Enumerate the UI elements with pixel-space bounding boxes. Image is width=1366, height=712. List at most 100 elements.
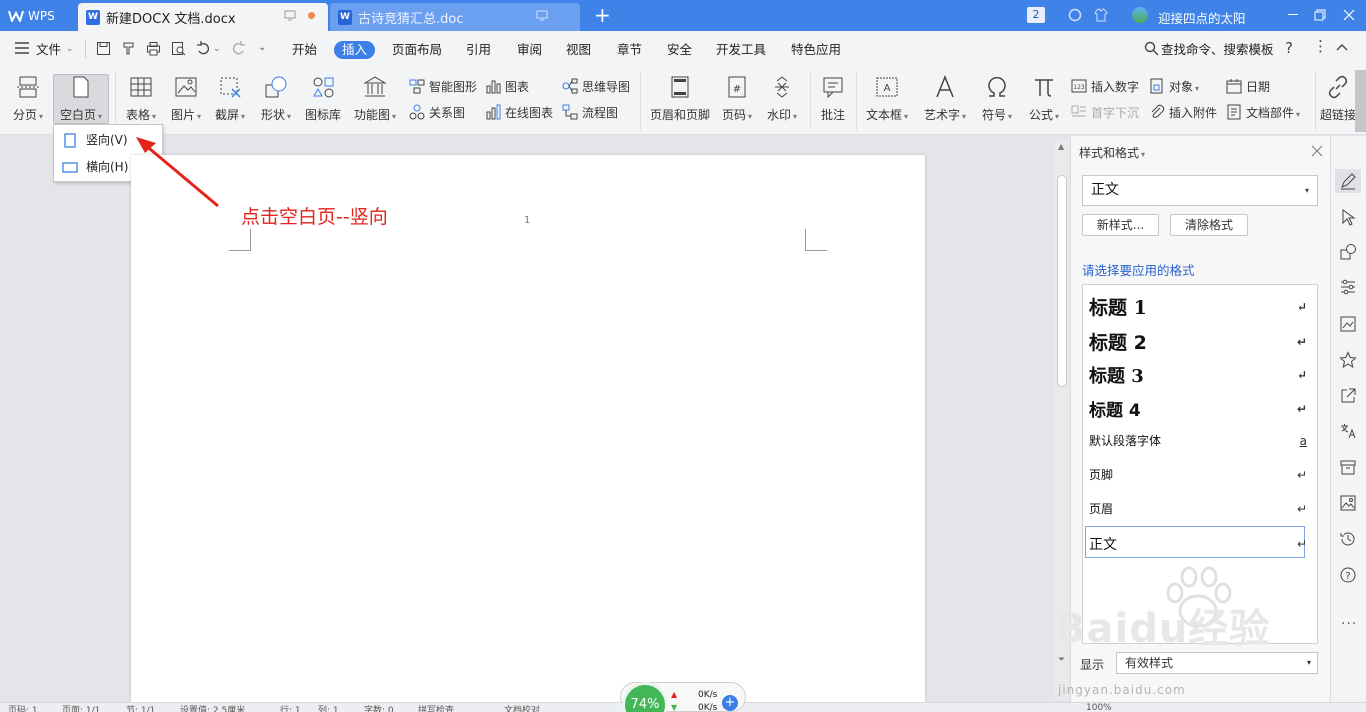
translate-icon[interactable] bbox=[1339, 422, 1357, 440]
tab-references[interactable]: 引用 bbox=[466, 41, 491, 59]
zoom-level[interactable]: 100% bbox=[1086, 703, 1112, 712]
online-chart-button[interactable]: 在线图表 bbox=[485, 103, 553, 121]
monitor-icon[interactable] bbox=[284, 9, 296, 21]
formula-button[interactable]: 公式 ▾ bbox=[1024, 67, 1064, 123]
avatar[interactable] bbox=[1132, 7, 1148, 23]
monitor-icon[interactable] bbox=[536, 9, 548, 21]
help-circle-icon[interactable]: ? bbox=[1339, 566, 1357, 584]
tab-special-apps[interactable]: 特色应用 bbox=[791, 41, 841, 59]
show-filter-select[interactable]: 有效样式 ▾ bbox=[1116, 652, 1318, 674]
landscape-option[interactable]: 横向(H) bbox=[62, 158, 128, 175]
tab-home[interactable]: 开始 bbox=[292, 41, 317, 59]
function-chart-button[interactable]: 功能图 ▾ bbox=[350, 67, 400, 123]
screenshot-button[interactable]: 截屏 ▾ bbox=[210, 67, 250, 123]
page-down-icon[interactable]: ⏷ bbox=[1058, 655, 1065, 665]
tab-developer[interactable]: 开发工具 bbox=[716, 41, 766, 59]
command-search[interactable]: 查找命令、搜索模板 bbox=[1161, 41, 1274, 59]
wordart-button[interactable]: 艺术字 ▾ bbox=[920, 67, 970, 123]
current-style-select[interactable]: 正文 ▾ bbox=[1082, 175, 1318, 206]
insert-attachment-button[interactable]: 插入附件 bbox=[1149, 103, 1217, 121]
doc-proofread[interactable]: 文档校对 bbox=[504, 703, 540, 712]
tab-view[interactable]: 视图 bbox=[566, 41, 591, 59]
chevron-down-icon[interactable]: ⌄ bbox=[213, 44, 221, 54]
cloud-sync-icon[interactable] bbox=[1068, 8, 1082, 22]
save-icon[interactable] bbox=[96, 41, 111, 56]
tab-review[interactable]: 审阅 bbox=[517, 41, 542, 59]
scroll-up-icon[interactable]: ▲ bbox=[1058, 142, 1064, 151]
close-panel-icon[interactable] bbox=[1311, 145, 1323, 157]
style-item-body[interactable]: 正文 ↵ bbox=[1089, 534, 1311, 554]
file-menu[interactable]: 文件 bbox=[36, 41, 61, 59]
drop-cap-button[interactable]: 首字下沉 bbox=[1071, 103, 1139, 121]
icon-library-button[interactable]: 图标库 bbox=[302, 67, 344, 123]
window-count-badge[interactable]: 2 bbox=[1027, 7, 1045, 23]
page-break-button[interactable]: 分页 ▾ bbox=[6, 67, 50, 123]
help-icon[interactable]: ? bbox=[1285, 39, 1293, 57]
chevron-down-icon[interactable]: ⌄ bbox=[66, 44, 74, 54]
archive-box-icon[interactable] bbox=[1339, 458, 1357, 476]
portrait-option[interactable]: 竖向(V) bbox=[62, 131, 128, 148]
cursor-select-icon[interactable] bbox=[1339, 208, 1357, 226]
add-plus-icon[interactable]: + bbox=[722, 695, 738, 711]
picture-icon[interactable] bbox=[1339, 494, 1357, 512]
scrollbar-thumb[interactable] bbox=[1057, 175, 1067, 387]
style-item-header[interactable]: 页眉 ↵ bbox=[1089, 500, 1311, 517]
tab-section[interactable]: 章节 bbox=[617, 41, 642, 59]
date-button[interactable]: 日期 bbox=[1226, 77, 1270, 95]
style-item-heading3[interactable]: 标题 3 ↵ bbox=[1089, 362, 1311, 388]
pen-style-icon[interactable] bbox=[1339, 172, 1357, 190]
share-icon[interactable] bbox=[1339, 387, 1357, 405]
relation-chart-button[interactable]: 关系图 bbox=[409, 103, 465, 121]
textbox-button[interactable]: A 文本框 ▾ bbox=[863, 67, 911, 123]
user-name[interactable]: 迎接四点的太阳 bbox=[1158, 8, 1246, 27]
chart-button[interactable]: 图表 bbox=[485, 77, 529, 95]
flowchart-button[interactable]: 流程图 bbox=[562, 103, 618, 121]
blank-page-button[interactable]: 空白页 ▾ bbox=[53, 67, 109, 123]
style-item-heading4[interactable]: 标题 4 ↵ bbox=[1089, 396, 1311, 421]
more-chevron-icon[interactable]: ⌄ bbox=[258, 42, 266, 53]
table-button[interactable]: 表格 ▾ bbox=[121, 67, 161, 123]
tab-security[interactable]: 安全 bbox=[667, 41, 692, 59]
style-item-heading1[interactable]: 标题 1 ↵ bbox=[1089, 293, 1311, 320]
page-number-button[interactable]: # 页码 ▾ bbox=[718, 67, 756, 123]
image-gallery-icon[interactable] bbox=[1339, 315, 1357, 333]
header-footer-button[interactable]: 页眉和页脚 bbox=[648, 67, 712, 123]
style-item-default-font[interactable]: 默认段落字体 a bbox=[1089, 432, 1311, 449]
document-tab-active[interactable]: W 新建DOCX 文档.docx bbox=[78, 3, 328, 31]
shapes-icon[interactable] bbox=[1339, 243, 1357, 261]
smart-shape-button[interactable]: 智能图形 bbox=[409, 77, 477, 95]
close-window-icon[interactable] bbox=[1343, 9, 1355, 21]
object-button[interactable]: 对象 ▾ bbox=[1149, 77, 1199, 95]
undo-icon[interactable] bbox=[196, 41, 211, 56]
mind-map-button[interactable]: 思维导图 bbox=[562, 77, 630, 95]
symbol-button[interactable]: 符号 ▾ bbox=[978, 67, 1016, 123]
style-item-footer[interactable]: 页脚 ↵ bbox=[1089, 466, 1311, 483]
collapse-ribbon-icon[interactable] bbox=[1336, 42, 1348, 52]
new-tab-plus-icon[interactable]: + bbox=[594, 5, 611, 25]
star-favorite-icon[interactable] bbox=[1339, 351, 1357, 369]
picture-button[interactable]: 图片 ▾ bbox=[166, 67, 206, 123]
show-filter[interactable]: 显示 有效样式 ▾ bbox=[1080, 652, 1318, 676]
minimize-icon[interactable] bbox=[1288, 14, 1298, 15]
doc-parts-button[interactable]: 文档部件 ▾ bbox=[1226, 103, 1300, 121]
print-preview-icon[interactable] bbox=[171, 41, 186, 56]
more-options-icon[interactable]: ⋮ bbox=[1313, 39, 1328, 54]
watermark-button[interactable]: 水印 ▾ bbox=[763, 67, 801, 123]
shape-button[interactable]: 形状 ▾ bbox=[256, 67, 296, 123]
redo-icon[interactable] bbox=[231, 41, 246, 56]
restore-icon[interactable] bbox=[1314, 9, 1326, 21]
style-item-heading2[interactable]: 标题 2 ↵ bbox=[1089, 328, 1311, 355]
wps-home-tab[interactable]: WPS bbox=[0, 0, 76, 31]
format-painter-icon[interactable] bbox=[121, 41, 136, 56]
document-tab[interactable]: W 古诗竞猜汇总.doc bbox=[330, 3, 580, 31]
more-dots-icon[interactable]: ··· bbox=[1341, 616, 1357, 632]
comment-button[interactable]: 批注 bbox=[816, 67, 850, 123]
ribbon-scroll-right[interactable] bbox=[1355, 70, 1366, 132]
panel-title[interactable]: 样式和格式 ▾ bbox=[1079, 144, 1145, 161]
skin-icon[interactable] bbox=[1094, 8, 1108, 22]
insert-number-button[interactable]: 123 插入数字 bbox=[1071, 77, 1139, 95]
tab-page-layout[interactable]: 页面布局 bbox=[392, 41, 442, 59]
new-style-button[interactable]: 新样式... bbox=[1082, 214, 1159, 236]
hyperlink-button[interactable]: 超链接 bbox=[1320, 67, 1356, 123]
search-icon[interactable] bbox=[1144, 41, 1159, 56]
